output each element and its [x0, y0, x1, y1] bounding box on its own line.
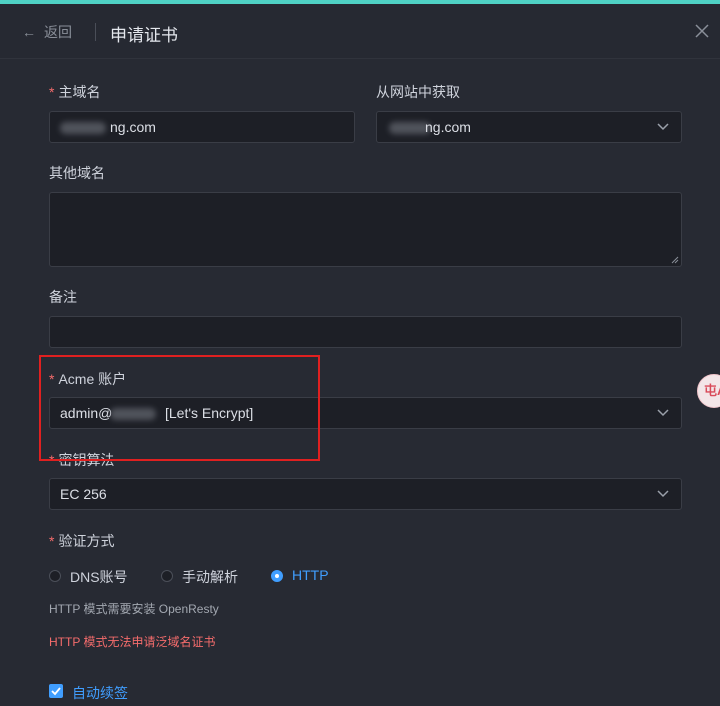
other-domains-textarea[interactable]	[49, 192, 682, 267]
radio-manual-resolve-label[interactable]: 手动解析	[182, 567, 238, 587]
radio-dns-account[interactable]	[49, 570, 61, 582]
check-icon	[51, 687, 61, 696]
auto-renew-checkbox[interactable]	[49, 684, 63, 698]
redacted-text	[60, 122, 106, 134]
acme-account-select[interactable]: admin@ [Let's Encrypt]	[49, 397, 682, 429]
chevron-down-icon	[657, 490, 669, 498]
remark-label: 备注	[49, 289, 77, 305]
key-algorithm-label: * 密钥算法	[49, 452, 115, 468]
required-mark: *	[49, 452, 55, 468]
page-title: 申请证书	[110, 26, 178, 45]
chevron-down-icon	[657, 123, 669, 131]
back-button[interactable]: ← 返回	[22, 22, 72, 42]
required-mark: *	[49, 371, 55, 387]
from-website-label: 从网站中获取	[376, 84, 460, 100]
radio-dns-account-label[interactable]: DNS账号	[70, 567, 128, 587]
key-algorithm-select[interactable]: EC 256	[49, 478, 682, 510]
radio-http[interactable]	[271, 570, 283, 582]
http-warning-text: HTTP 模式无法申请泛域名证书	[49, 635, 216, 649]
redacted-text	[110, 408, 156, 420]
auto-renew-label[interactable]: 自动续签	[72, 683, 128, 703]
resize-handle-icon[interactable]	[671, 256, 679, 264]
other-domains-label: 其他域名	[49, 165, 105, 181]
primary-domain-input[interactable]: ng.com	[49, 111, 355, 143]
primary-domain-label: * 主域名	[49, 84, 101, 100]
side-floating-widget[interactable]: 屯A	[697, 374, 720, 408]
back-arrow-icon: ←	[22, 24, 36, 40]
dialog-header: ← 返回 申请证书	[0, 4, 720, 59]
back-label: 返回	[44, 24, 72, 40]
required-mark: *	[49, 84, 55, 100]
header-divider	[95, 23, 96, 41]
verify-method-label: * 验证方式	[49, 533, 115, 549]
chevron-down-icon	[657, 409, 669, 417]
http-hint-text: HTTP 模式需要安装 OpenResty	[49, 602, 219, 616]
close-icon[interactable]	[692, 21, 712, 41]
acme-account-label: * Acme 账户	[49, 371, 127, 387]
radio-manual-resolve[interactable]	[161, 570, 173, 582]
from-website-select[interactable]: ng.com	[376, 111, 682, 143]
required-mark: *	[49, 533, 55, 549]
remark-input[interactable]	[49, 316, 682, 348]
radio-http-label[interactable]: HTTP	[292, 567, 329, 583]
